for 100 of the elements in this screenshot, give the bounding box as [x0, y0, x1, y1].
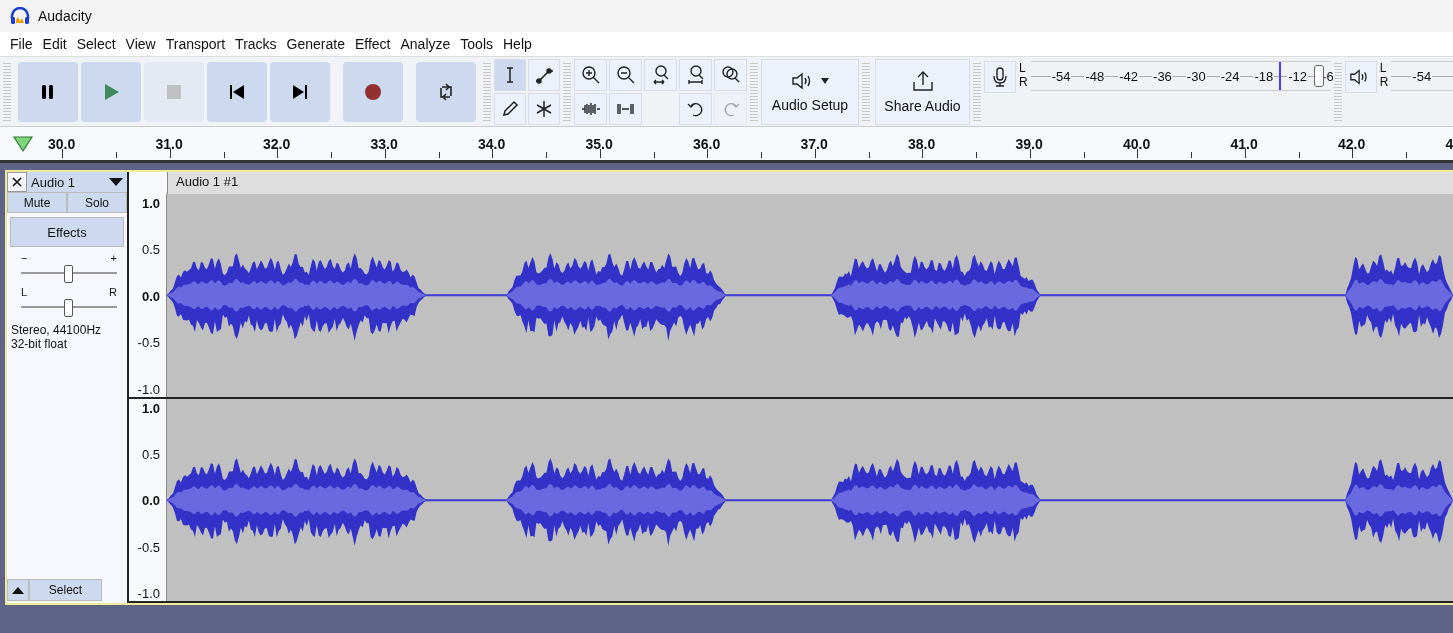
- skip-to-start-icon: [227, 82, 247, 102]
- channel-label: R: [1019, 75, 1028, 89]
- microphone-button[interactable]: [984, 61, 1016, 93]
- timeline-label: 30.0: [47, 135, 76, 152]
- amplitude-label: -1.0: [137, 586, 160, 601]
- draw-tool[interactable]: [494, 93, 526, 125]
- up-triangle-icon: [12, 586, 24, 594]
- timeline-label: 31.0: [154, 135, 183, 152]
- timeline-label: 39.0: [1014, 135, 1043, 152]
- close-icon: [12, 177, 22, 187]
- amplitude-label: 0.5: [141, 446, 160, 462]
- solo-button[interactable]: Solo: [67, 192, 127, 213]
- caret-icon: [109, 178, 123, 186]
- timeline-label: 35.0: [584, 135, 613, 152]
- pause-button[interactable]: [18, 62, 78, 122]
- timeline-label: 40.0: [1122, 135, 1151, 152]
- gain-plus-label: +: [110, 253, 117, 263]
- mute-button[interactable]: Mute: [7, 192, 67, 213]
- menu-item[interactable]: Edit: [37, 36, 72, 52]
- undo-button[interactable]: [679, 93, 712, 125]
- channel-label: L: [1379, 61, 1388, 75]
- gain-minus-label: −: [21, 253, 28, 263]
- amplitude-label: -0.5: [137, 539, 160, 555]
- channel-label: R: [1379, 75, 1389, 89]
- timeline-label: 32.0: [262, 135, 291, 152]
- record-button[interactable]: [343, 62, 403, 122]
- menu-item[interactable]: Transport: [160, 36, 231, 52]
- track-format-text: Stereo, 44100Hz: [11, 323, 103, 337]
- skip-to-end-icon: [290, 82, 310, 102]
- multi-tool[interactable]: [528, 93, 560, 125]
- speaker-button[interactable]: [1344, 61, 1377, 93]
- magnifier-icon: [579, 64, 602, 86]
- timeline-label: 36.0: [692, 135, 721, 152]
- select-tool[interactable]: [494, 59, 526, 91]
- menu-item[interactable]: Analyze: [395, 36, 456, 52]
- toolbar-grip[interactable]: [750, 61, 758, 123]
- fit-selection-button[interactable]: [644, 59, 677, 91]
- timeline-label: 41.0: [1229, 135, 1258, 152]
- timeline-label: 37.0: [799, 135, 828, 152]
- zoom-toggle-button[interactable]: [714, 59, 747, 91]
- share-audio-button[interactable]: Share Audio: [875, 59, 970, 125]
- toolbar-grip[interactable]: [483, 61, 491, 123]
- menu-item[interactable]: View: [120, 36, 161, 52]
- pan-right-label: R: [109, 287, 117, 297]
- record-icon: [363, 82, 383, 102]
- timeline-label: 42.0: [1337, 135, 1366, 152]
- menu-item[interactable]: Tools: [455, 36, 498, 52]
- microphone-icon: [992, 66, 1008, 88]
- clip-title-bar[interactable]: Audio 1 #1: [168, 172, 1453, 194]
- envelope-tool[interactable]: [528, 59, 560, 91]
- channel-label: L: [1019, 61, 1027, 75]
- track-name-dropdown[interactable]: Audio 1: [27, 172, 127, 192]
- loop-button[interactable]: [416, 62, 476, 122]
- window-title: Audacity: [38, 8, 92, 24]
- trim-button[interactable]: [574, 93, 607, 125]
- menu-item[interactable]: Generate: [281, 36, 350, 52]
- stop-icon: [164, 82, 184, 102]
- fit-project-button[interactable]: [679, 59, 712, 91]
- pan-slider-thumb[interactable]: [64, 299, 73, 317]
- peak-marker: [1278, 62, 1281, 90]
- amplitude-label: 0.5: [141, 242, 160, 258]
- silence-button[interactable]: [609, 93, 642, 125]
- toolbar-grip[interactable]: [973, 61, 981, 123]
- pencil-icon: [500, 99, 520, 119]
- amplitude-label: -0.5: [137, 335, 160, 351]
- audio-setup-button[interactable]: Audio Setup: [761, 59, 859, 125]
- pan-left-label: L: [21, 287, 28, 297]
- timeline-label: 34.0: [477, 135, 506, 152]
- amplitude-label: 1.0: [141, 400, 160, 416]
- skip-start-button[interactable]: [207, 62, 267, 122]
- headphones-icon: [10, 7, 30, 25]
- skip-end-button[interactable]: [270, 62, 330, 122]
- amplitude-label: 1.0: [141, 196, 160, 211]
- timeline-label: 38.0: [907, 135, 936, 152]
- timeline-label: 33.0: [369, 135, 398, 152]
- select-track-button[interactable]: Select: [29, 579, 102, 601]
- play-head-triangle-icon[interactable]: [12, 134, 34, 153]
- menu-item[interactable]: Tracks: [230, 36, 282, 52]
- effects-button[interactable]: Effects: [10, 217, 124, 247]
- amplitude-label: 0.0: [141, 493, 160, 509]
- menu-item[interactable]: Effect: [349, 36, 396, 52]
- amplitude-label: 0.0: [141, 288, 160, 304]
- amplitude-label: -1.0: [137, 381, 160, 397]
- menu-item[interactable]: Select: [71, 36, 121, 52]
- playback-meter[interactable]: -54: [1391, 61, 1453, 91]
- gain-slider-thumb[interactable]: [64, 265, 73, 283]
- menu-item[interactable]: Help: [498, 36, 537, 52]
- caret-icon: [821, 78, 829, 84]
- envelope-line-icon: [534, 65, 554, 85]
- menu-item[interactable]: File: [5, 36, 38, 52]
- track-format-text: 32-bit float: [11, 337, 69, 351]
- toolbar-grip[interactable]: [862, 61, 870, 123]
- zoom-out-button[interactable]: [609, 59, 642, 91]
- asterisk-icon: [534, 99, 554, 119]
- meter-slider-thumb[interactable]: [1313, 65, 1324, 87]
- magnifier-icon: [614, 64, 637, 86]
- zoom-in-button[interactable]: [574, 59, 607, 91]
- toolbar-grip[interactable]: [563, 61, 571, 123]
- share-icon: [910, 70, 935, 92]
- toolbar-grip[interactable]: [1333, 61, 1342, 123]
